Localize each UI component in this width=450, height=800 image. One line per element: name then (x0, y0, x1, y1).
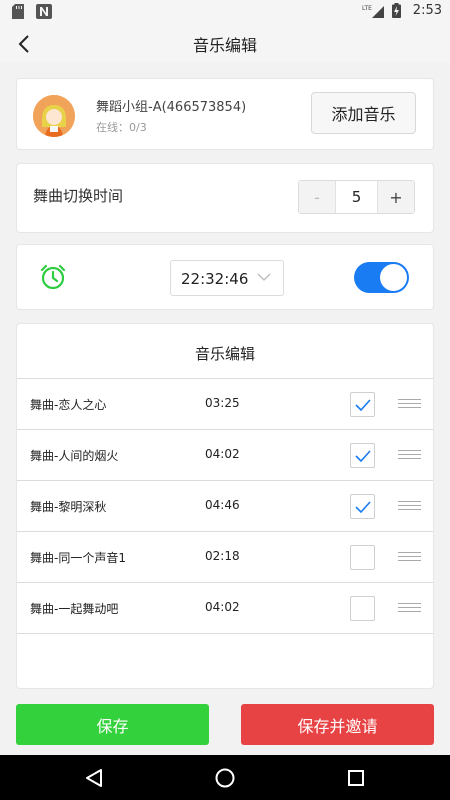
lte-signal-icon: LTE (362, 5, 384, 18)
avatar-person-icon (33, 95, 75, 137)
system-nav-bar (0, 755, 450, 800)
song-name: 舞曲-一起舞动吧 (30, 602, 119, 616)
group-card: 舞蹈小组-A(466573854) 在线：0/3 添加音乐 (16, 78, 434, 150)
drag-handle-icon[interactable] (398, 501, 421, 511)
time-value: 22:32:46 (181, 270, 249, 288)
song-name: 舞曲-同一个声音1 (30, 551, 126, 565)
n-notification-icon (36, 4, 52, 19)
song-row[interactable]: 舞曲-一起舞动吧 04:02 (17, 583, 433, 634)
drag-handle-icon[interactable] (398, 450, 421, 460)
page-title: 音乐编辑 (192, 36, 257, 55)
add-music-button[interactable]: 添加音乐 (311, 92, 416, 134)
song-name: 舞曲-人间的烟火 (30, 449, 119, 463)
status-bar-system: LTE 2:53 (362, 3, 442, 18)
timer-toggle[interactable] (354, 262, 409, 293)
switch-interval-card: 舞曲切换时间 - 5 + (16, 163, 434, 233)
status-bar-notifications (12, 4, 52, 19)
interval-stepper: - 5 + (298, 180, 415, 214)
song-checkbox[interactable] (350, 443, 375, 468)
status-bar: LTE 2:53 (0, 0, 450, 24)
toggle-knob (380, 264, 407, 291)
decrement-button[interactable]: - (299, 181, 336, 213)
increment-button[interactable]: + (377, 181, 414, 213)
back-triangle-icon[interactable] (83, 767, 105, 789)
song-row[interactable]: 舞曲-人间的烟火 04:02 (17, 430, 433, 481)
save-button[interactable]: 保存 (16, 704, 209, 745)
song-name: 舞曲-恋人之心 (30, 398, 107, 412)
save-and-invite-button[interactable]: 保存并邀请 (241, 704, 434, 745)
status-time: 2:53 (412, 3, 442, 18)
checkmark-icon (354, 500, 371, 513)
chevron-down-icon (257, 273, 271, 281)
interval-value[interactable]: 5 (336, 181, 377, 213)
song-duration: 02:18 (205, 549, 240, 563)
drag-handle-icon[interactable] (398, 399, 421, 409)
song-checkbox[interactable] (350, 545, 375, 570)
song-name: 舞曲-黎明深秋 (30, 500, 107, 514)
song-checkbox[interactable] (350, 494, 375, 519)
song-checkbox[interactable] (350, 392, 375, 417)
group-name: 舞蹈小组-A(466573854) (96, 100, 247, 115)
alarm-clock-icon (40, 264, 66, 290)
song-row[interactable]: 舞曲-黎明深秋 04:46 (17, 481, 433, 532)
checkmark-icon (354, 398, 371, 411)
song-checkbox[interactable] (350, 596, 375, 621)
recents-square-icon[interactable] (345, 767, 367, 789)
app-bar: 音乐编辑 (0, 24, 450, 62)
avatar (33, 95, 75, 137)
group-online-status: 在线：0/3 (96, 121, 147, 134)
song-duration: 04:46 (205, 498, 240, 512)
switch-interval-label: 舞曲切换时间 (33, 187, 124, 205)
sd-card-icon (12, 4, 24, 19)
battery-charging-icon (391, 3, 401, 18)
song-row[interactable]: 舞曲-同一个声音1 02:18 (17, 532, 433, 583)
playlist-card: 音乐编辑 舞曲-恋人之心 03:25 舞曲-人间的烟火 04:02 舞曲-黎明深… (16, 323, 434, 689)
playlist-title: 音乐编辑 (194, 345, 255, 363)
drag-handle-icon[interactable] (398, 552, 421, 562)
home-circle-icon[interactable] (214, 767, 236, 789)
song-row[interactable]: 舞曲-恋人之心 03:25 (17, 379, 433, 430)
checkmark-icon (354, 449, 371, 462)
lte-label: LTE (362, 5, 372, 12)
song-duration: 03:25 (205, 396, 240, 410)
drag-handle-icon[interactable] (398, 603, 421, 613)
time-picker[interactable]: 22:32:46 (170, 260, 284, 296)
song-duration: 04:02 (205, 447, 240, 461)
timer-card: 22:32:46 (16, 244, 434, 310)
song-duration: 04:02 (205, 600, 240, 614)
